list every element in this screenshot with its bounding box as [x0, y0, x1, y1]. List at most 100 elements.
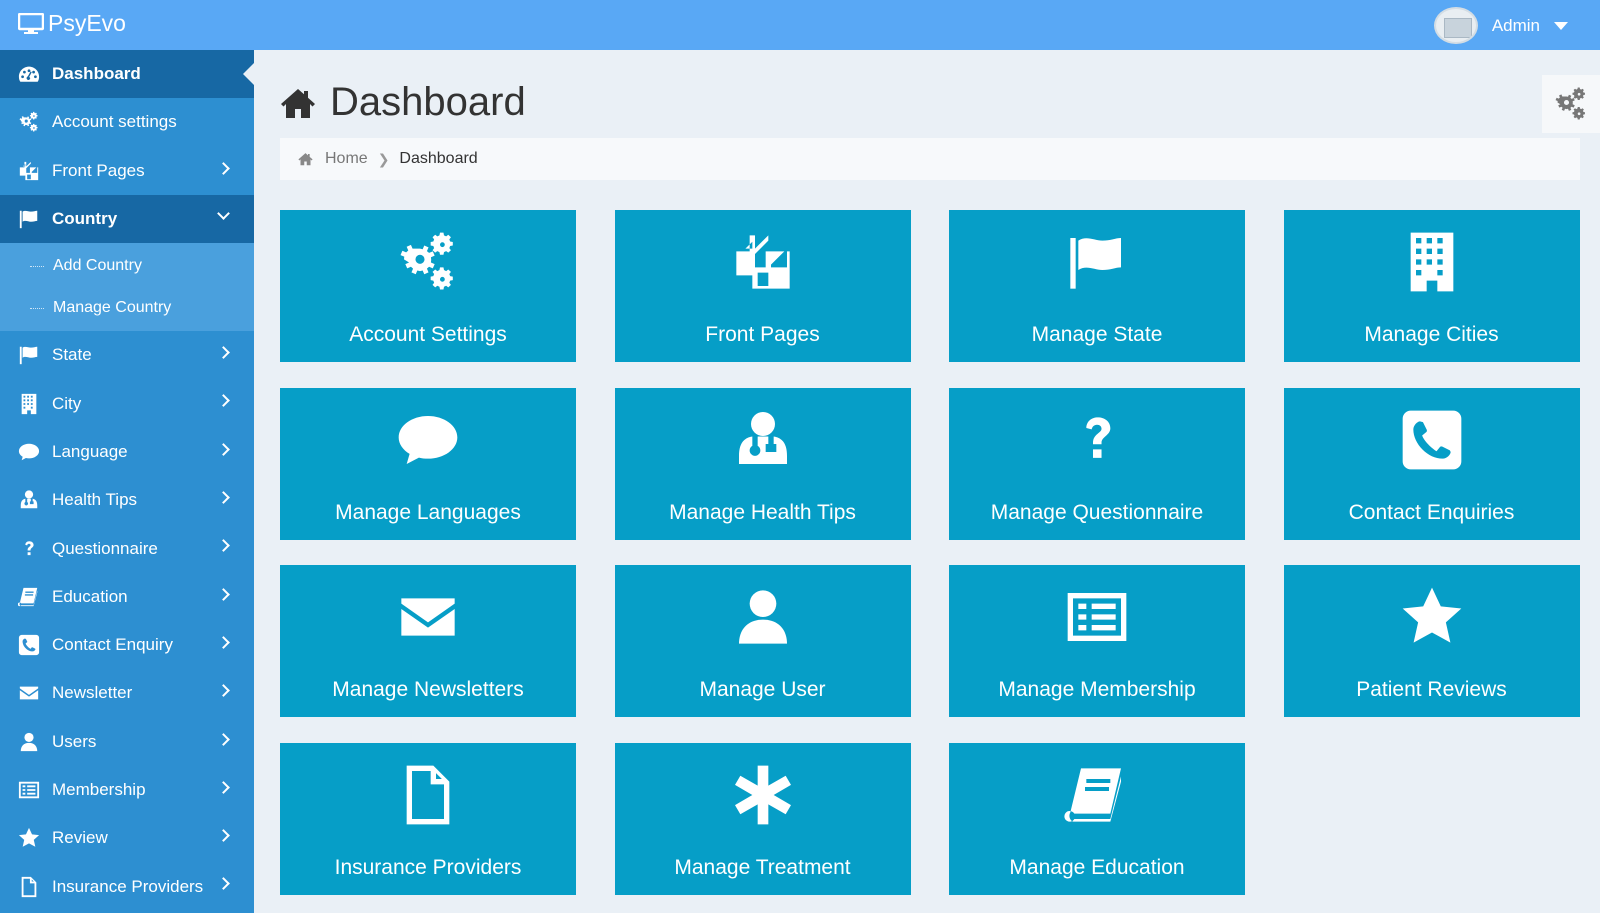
tile-manage-newsletters[interactable]: Manage Newsletters [280, 565, 576, 718]
gears-icon [395, 228, 461, 296]
sidebar-item-front-pages[interactable]: Front Pages [0, 147, 254, 195]
tile-label: Front Pages [705, 323, 820, 346]
tile-contact-enquiries[interactable]: Contact Enquiries [1283, 387, 1580, 540]
sidebar-item-review[interactable]: Review [0, 814, 254, 862]
user-icon [16, 731, 42, 753]
sidebar-item-state[interactable]: State [0, 331, 254, 379]
breadcrumb-home-link[interactable]: Home [325, 150, 368, 168]
tile-manage-health-tips[interactable]: Manage Health Tips [614, 387, 911, 540]
chevron-right-icon [217, 394, 230, 408]
tile-manage-state[interactable]: Manage State [949, 210, 1245, 362]
phone-square-icon [1399, 406, 1465, 474]
page-title: Dashboard [330, 80, 526, 124]
file-icon [395, 761, 461, 829]
sidebar-item-contact-enquiry[interactable]: Contact Enquiry [0, 621, 254, 669]
country-submenu: Add Country Manage Country [0, 243, 254, 332]
tile-label: Manage Cities [1364, 323, 1499, 346]
tile-label: Patient Reviews [1356, 678, 1507, 702]
tile-manage-questionnaire[interactable]: Manage Questionnaire [949, 387, 1245, 540]
sidebar-item-questionnaire[interactable]: Questionnaire [0, 524, 254, 572]
question-icon [16, 538, 42, 560]
flag-icon [16, 344, 42, 366]
tile-label: Manage Treatment [674, 856, 851, 880]
tile-manage-languages[interactable]: Manage Languages [280, 387, 576, 540]
sidebar-label: Account settings [52, 112, 177, 132]
copy-icon [16, 160, 42, 182]
chevron-right-icon [217, 587, 230, 601]
brand[interactable]: PsyEvo [18, 10, 126, 37]
sidebar-subitem-add-country[interactable]: Add Country [0, 245, 254, 287]
sidebar-item-city[interactable]: City [0, 379, 254, 427]
question-icon [1064, 406, 1130, 474]
main-content: Dashboard Home ❯ Dashboard Account Setti… [254, 50, 1600, 913]
chevron-right-icon [217, 539, 230, 553]
sidebar-label: Country [52, 209, 118, 229]
settings-toggle-button[interactable] [1542, 75, 1600, 133]
avatar[interactable] [1433, 7, 1478, 44]
sidebar-label: Questionnaire [52, 538, 158, 558]
sidebar-item-education[interactable]: Education [0, 573, 254, 621]
tile-label: Manage Membership [998, 678, 1196, 702]
list-alt-icon [16, 779, 42, 801]
tile-manage-membership[interactable]: Manage Membership [949, 565, 1245, 718]
submenu-label: Add Country [53, 257, 142, 275]
tile-manage-cities[interactable]: Manage Cities [1283, 210, 1580, 362]
sidebar-label: Dashboard [52, 64, 141, 84]
tile-manage-treatment[interactable]: Manage Treatment [614, 743, 911, 896]
tile-manage-education[interactable]: Manage Education [949, 743, 1245, 896]
book-icon [1064, 761, 1130, 829]
tile-account-settings[interactable]: Account Settings [280, 210, 576, 362]
submenu-label: Manage Country [53, 299, 172, 317]
user-md-icon [16, 489, 42, 511]
tile-label: Manage Questionnaire [990, 500, 1204, 524]
chevron-right-icon [217, 636, 230, 649]
chevron-right-icon [217, 829, 230, 843]
tile-label: Manage User [699, 678, 826, 702]
chevron-right-icon [217, 732, 230, 746]
sidebar-label: Review [52, 828, 108, 848]
sidebar-item-account-settings[interactable]: Account settings [0, 98, 254, 146]
sidebar-item-insurance-providers[interactable]: Insurance Providers [0, 862, 254, 910]
sidebar-item-language[interactable]: Language [0, 428, 254, 476]
sidebar-item-newsletter[interactable]: Newsletter [0, 669, 254, 717]
sidebar-item-health-tips[interactable]: Health Tips [0, 476, 254, 524]
chevron-down-icon [217, 207, 230, 220]
sidebar-item-membership[interactable]: Membership [0, 766, 254, 814]
tile-label: Contact Enquiries [1348, 500, 1515, 524]
sidebar-item-dashboard[interactable]: Dashboard [0, 50, 255, 99]
breadcrumb-separator-icon: ❯ [377, 150, 390, 167]
gears-icon [16, 111, 42, 133]
tile-label: Manage Languages [335, 500, 521, 524]
brand-name: PsyEvo [48, 10, 126, 36]
sidebar-subitem-manage-country[interactable]: Manage Country [0, 287, 254, 329]
sidebar-label: Contact Enquiry [52, 635, 173, 655]
user-menu[interactable]: Admin [1433, 7, 1568, 44]
sidebar: Dashboard Account settings Front Pages C… [0, 50, 255, 913]
sidebar-item-users[interactable]: Users [0, 718, 254, 766]
user-md-icon [730, 406, 796, 474]
tile-insurance-providers[interactable]: Insurance Providers [280, 743, 576, 896]
sidebar-label: Front Pages [52, 160, 145, 180]
sidebar-label: State [52, 345, 92, 365]
asterisk-icon [730, 761, 796, 829]
breadcrumb-current: Dashboard [399, 150, 478, 167]
copy-icon [730, 228, 796, 296]
tile-label: Insurance Providers [334, 856, 522, 880]
building-icon [16, 393, 42, 415]
sidebar-label: Insurance Providers [52, 876, 204, 896]
tile-patient-reviews[interactable]: Patient Reviews [1283, 565, 1580, 718]
file-icon [16, 876, 42, 898]
gears-icon [1555, 87, 1585, 120]
chevron-right-icon [217, 442, 230, 456]
sidebar-item-country[interactable]: Country [0, 194, 254, 244]
book-icon [16, 586, 42, 608]
sidebar-label: City [52, 393, 82, 413]
flag-icon [16, 208, 42, 230]
star-icon [16, 827, 42, 849]
tile-manage-user[interactable]: Manage User [614, 565, 911, 718]
list-alt-icon [1064, 583, 1130, 651]
chevron-right-icon [217, 877, 230, 891]
tile-front-pages[interactable]: Front Pages [614, 210, 911, 362]
phone-square-icon [16, 634, 42, 656]
top-navbar: PsyEvo Admin [0, 0, 1600, 50]
